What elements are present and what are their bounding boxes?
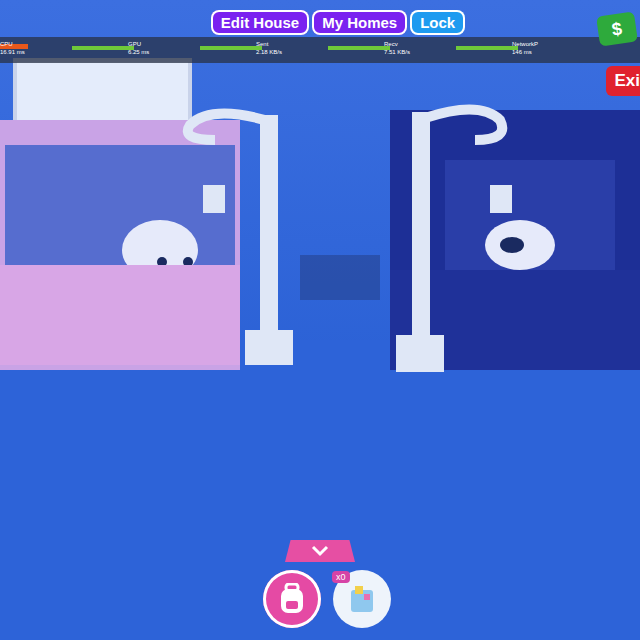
- house-button[interactable]: Edit House: [211, 10, 309, 35]
- count-badge: x0: [332, 571, 350, 583]
- toy-button[interactable]: x0: [333, 570, 391, 628]
- hud: Edit HouseMy HomesLockCPU16.91 msGPU6.25…: [0, 0, 640, 640]
- collapse-button[interactable]: [285, 540, 355, 562]
- action-buttons: x0: [249, 570, 391, 628]
- top-button-bar: Edit HouseMy HomesLock: [0, 0, 640, 35]
- stat-column: CPU16.91 ms: [0, 37, 128, 63]
- stat-graph: [328, 46, 390, 50]
- backpack-button[interactable]: [263, 570, 321, 628]
- stat-graph: [200, 46, 262, 50]
- toy-box-icon: [345, 582, 379, 616]
- money-icon[interactable]: $: [596, 12, 638, 47]
- stat-graph: [72, 46, 134, 50]
- performance-stats-bar: CPU16.91 msGPU6.25 msSent2.18 KB/sRecv7.…: [0, 37, 640, 63]
- spacer: [0, 63, 640, 540]
- stat-column: Sent2.18 KB/s: [256, 37, 384, 63]
- house-button[interactable]: Lock: [410, 10, 465, 35]
- stat-column: Recv7.51 KB/s: [384, 37, 512, 63]
- chevron-down-icon: [311, 545, 329, 557]
- exit-button[interactable]: Exi: [606, 66, 640, 96]
- house-button[interactable]: My Homes: [312, 10, 407, 35]
- bottom-bar: x0: [0, 540, 640, 640]
- stat-value: 146 ms: [512, 48, 640, 56]
- stat-column: GPU6.25 ms: [128, 37, 256, 63]
- stat-graph: [456, 46, 518, 50]
- backpack-icon: [277, 583, 307, 615]
